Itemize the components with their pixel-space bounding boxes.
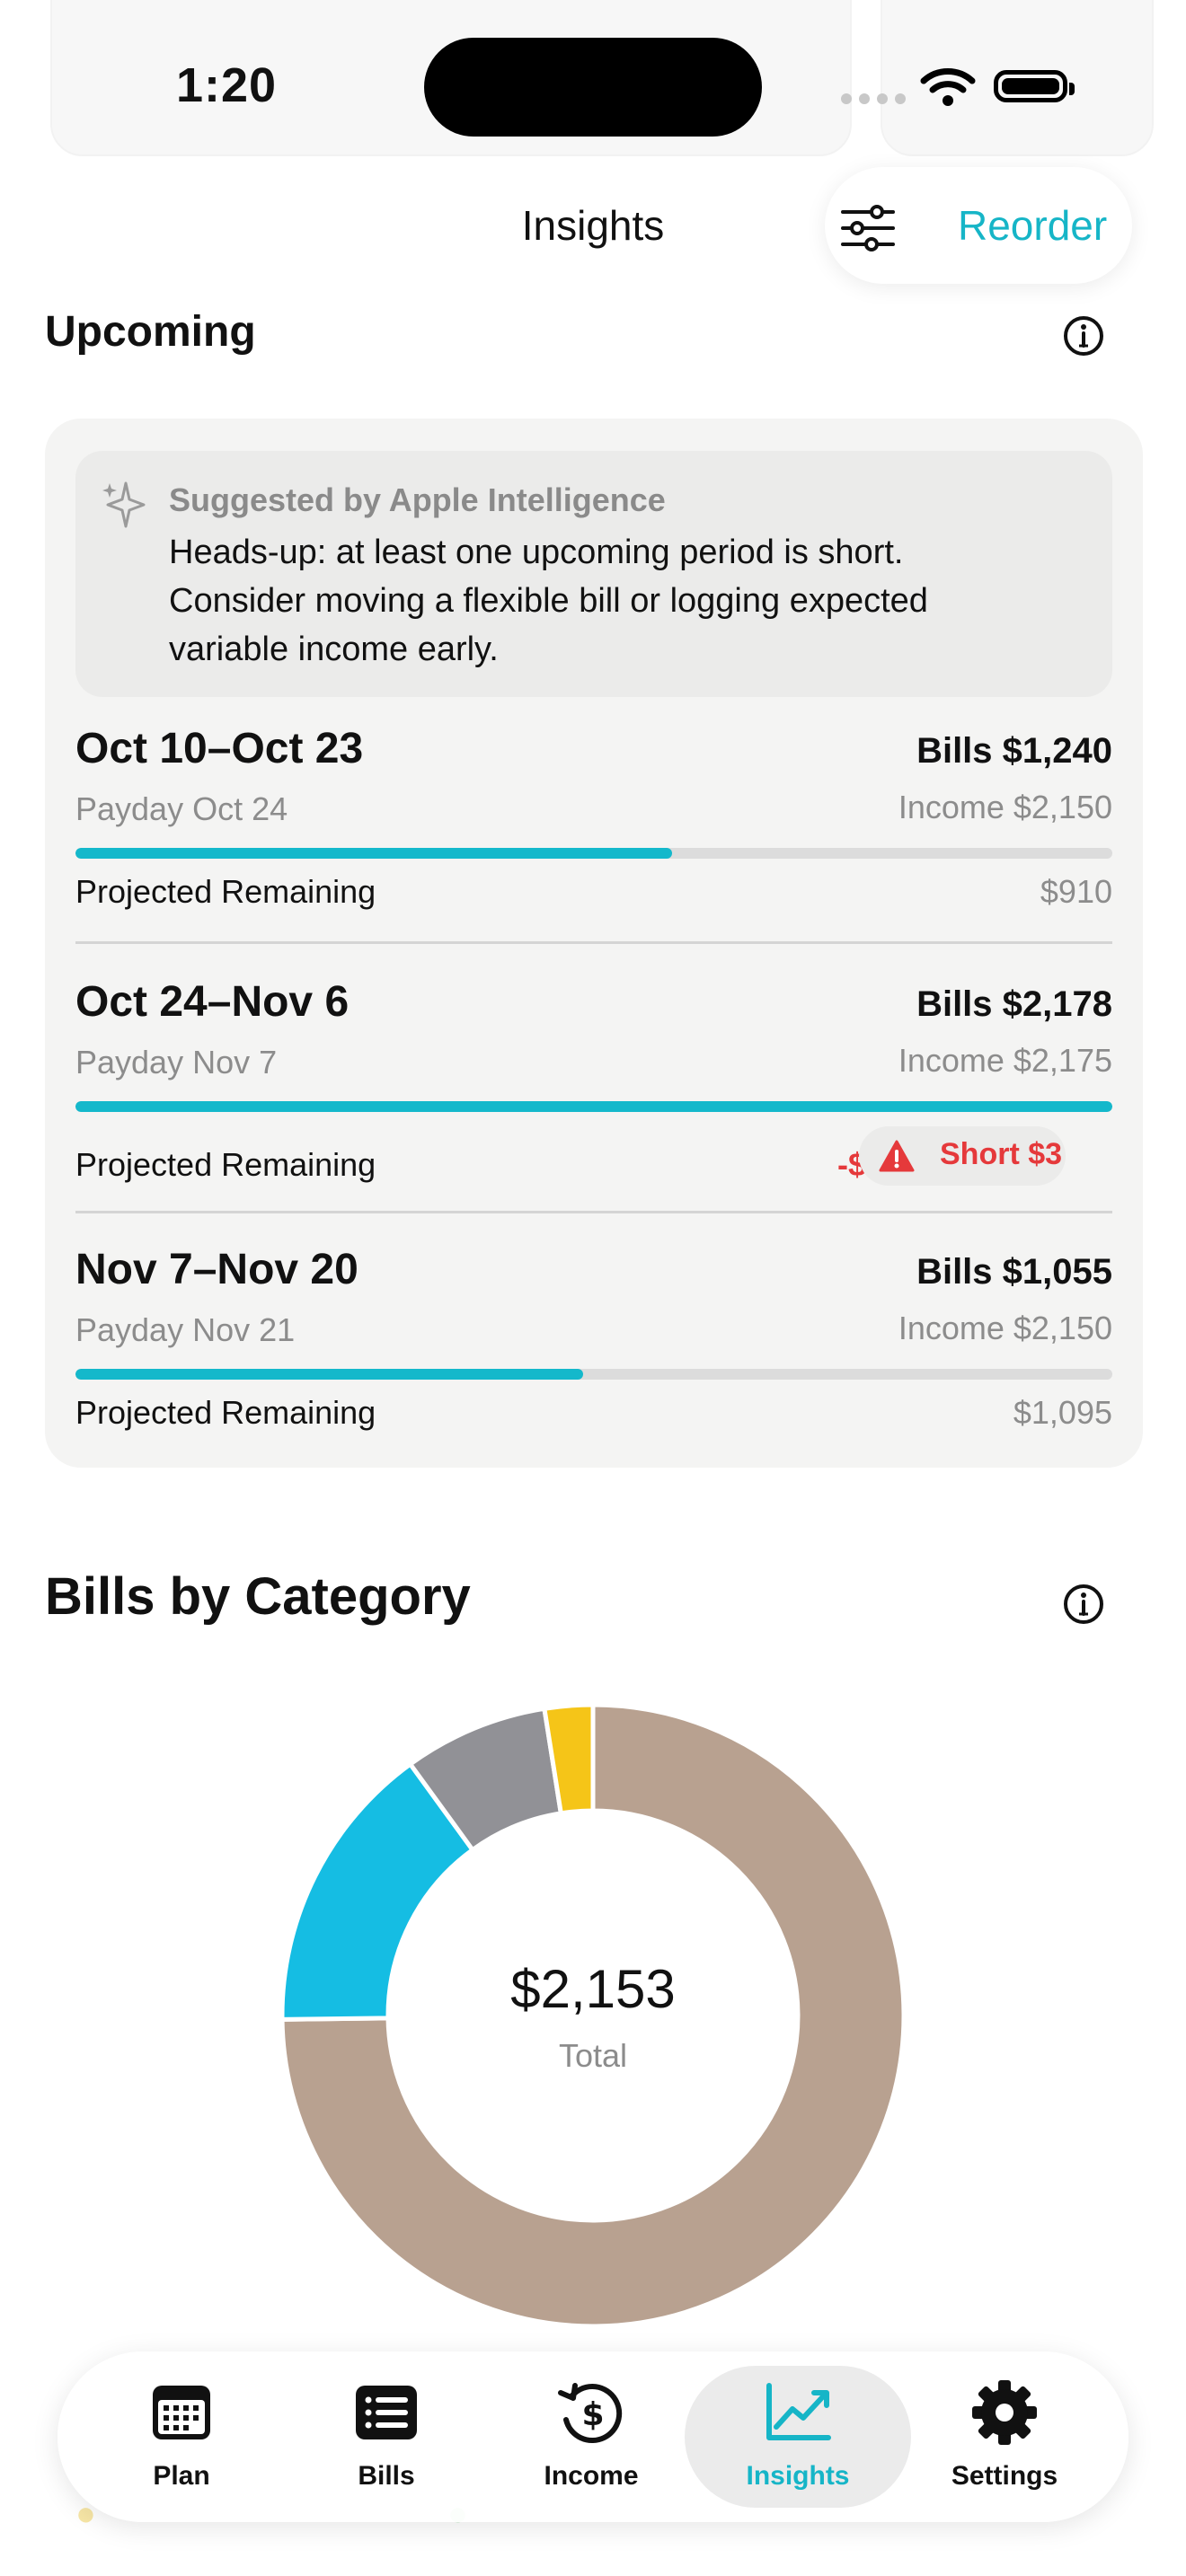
dollar-history-icon: $ bbox=[558, 2383, 623, 2444]
period-payday: Payday Oct 24 bbox=[75, 790, 288, 827]
period-row[interactable]: Nov 7–Nov 20 Bills $1,055 Payday Nov 21 … bbox=[75, 1245, 1112, 1442]
period-row[interactable]: Oct 10–Oct 23 Bills $1,240 Payday Oct 24… bbox=[75, 724, 1112, 922]
svg-text:$: $ bbox=[581, 2396, 604, 2433]
remaining-label: Projected Remaining bbox=[75, 1146, 376, 1183]
signal-icon bbox=[841, 93, 906, 104]
info-icon[interactable] bbox=[1062, 314, 1105, 357]
bills-category-title: Bills by Category bbox=[45, 1567, 471, 1626]
period-bills: Bills $2,178 bbox=[916, 984, 1112, 1024]
tab-settings[interactable]: Settings bbox=[906, 2351, 1103, 2522]
donut-total-label: Total bbox=[558, 2037, 628, 2074]
wifi-icon bbox=[920, 68, 976, 106]
period-payday: Payday Nov 21 bbox=[75, 1311, 296, 1348]
period-income: Income $2,175 bbox=[898, 1042, 1112, 1079]
warning-icon bbox=[879, 1140, 915, 1172]
tab-label: Insights bbox=[746, 2461, 850, 2491]
info-icon[interactable] bbox=[1062, 1583, 1105, 1626]
suggestion-label: Suggested by Apple Intelligence bbox=[169, 481, 666, 518]
filter-sliders-icon[interactable] bbox=[841, 205, 895, 251]
tab-label: Plan bbox=[153, 2461, 210, 2491]
period-dates: Oct 10–Oct 23 bbox=[75, 725, 364, 772]
upcoming-section-title: Upcoming bbox=[45, 308, 256, 356]
period-dates: Nov 7–Nov 20 bbox=[75, 1246, 358, 1293]
calendar-icon bbox=[153, 2386, 210, 2439]
divider bbox=[75, 941, 1112, 944]
period-progress bbox=[75, 1101, 1112, 1112]
tab-label: Income bbox=[544, 2461, 639, 2491]
reorder-button[interactable]: Reorder bbox=[958, 201, 1107, 250]
short-badge: Short $3 bbox=[859, 1126, 1066, 1186]
period-payday: Payday Nov 7 bbox=[75, 1044, 278, 1081]
battery-icon bbox=[994, 70, 1075, 102]
period-income: Income $2,150 bbox=[898, 789, 1112, 825]
remaining-value: $1,095 bbox=[1013, 1394, 1112, 1431]
sparkle-icon bbox=[102, 481, 146, 528]
donut-total-value: $2,153 bbox=[510, 1959, 676, 2019]
remaining-value: $910 bbox=[1040, 873, 1112, 910]
status-time: 1:20 bbox=[176, 58, 278, 112]
short-badge-label: Short $3 bbox=[940, 1137, 1063, 1171]
tab-label: Settings bbox=[951, 2461, 1058, 2491]
period-dates: Oct 24–Nov 6 bbox=[75, 978, 350, 1026]
tab-insights[interactable]: Insights bbox=[699, 2351, 897, 2522]
suggestion-text: Heads-up: at least one upcoming period i… bbox=[169, 534, 928, 668]
remaining-label: Projected Remaining bbox=[75, 1394, 376, 1431]
period-progress bbox=[75, 1369, 1112, 1380]
list-icon bbox=[356, 2386, 417, 2439]
upcoming-card: Suggested by Apple Intelligence Heads-up… bbox=[45, 419, 1143, 1468]
remaining-label: Projected Remaining bbox=[75, 873, 376, 910]
period-income: Income $2,150 bbox=[898, 1310, 1112, 1346]
period-bills: Bills $1,055 bbox=[916, 1252, 1112, 1292]
gear-icon bbox=[972, 2380, 1037, 2445]
tab-bills[interactable]: Bills bbox=[288, 2351, 485, 2522]
period-bills: Bills $1,240 bbox=[916, 731, 1112, 771]
divider bbox=[75, 1211, 1112, 1213]
ai-suggestion: Suggested by Apple Intelligence Heads-up… bbox=[75, 451, 1112, 697]
tab-label: Bills bbox=[358, 2461, 415, 2491]
period-progress bbox=[75, 848, 1112, 859]
tab-income[interactable]: $ Income bbox=[492, 2351, 690, 2522]
tab-plan[interactable]: Plan bbox=[83, 2351, 280, 2522]
chart-line-icon bbox=[766, 2383, 831, 2440]
dynamic-island bbox=[424, 38, 762, 137]
